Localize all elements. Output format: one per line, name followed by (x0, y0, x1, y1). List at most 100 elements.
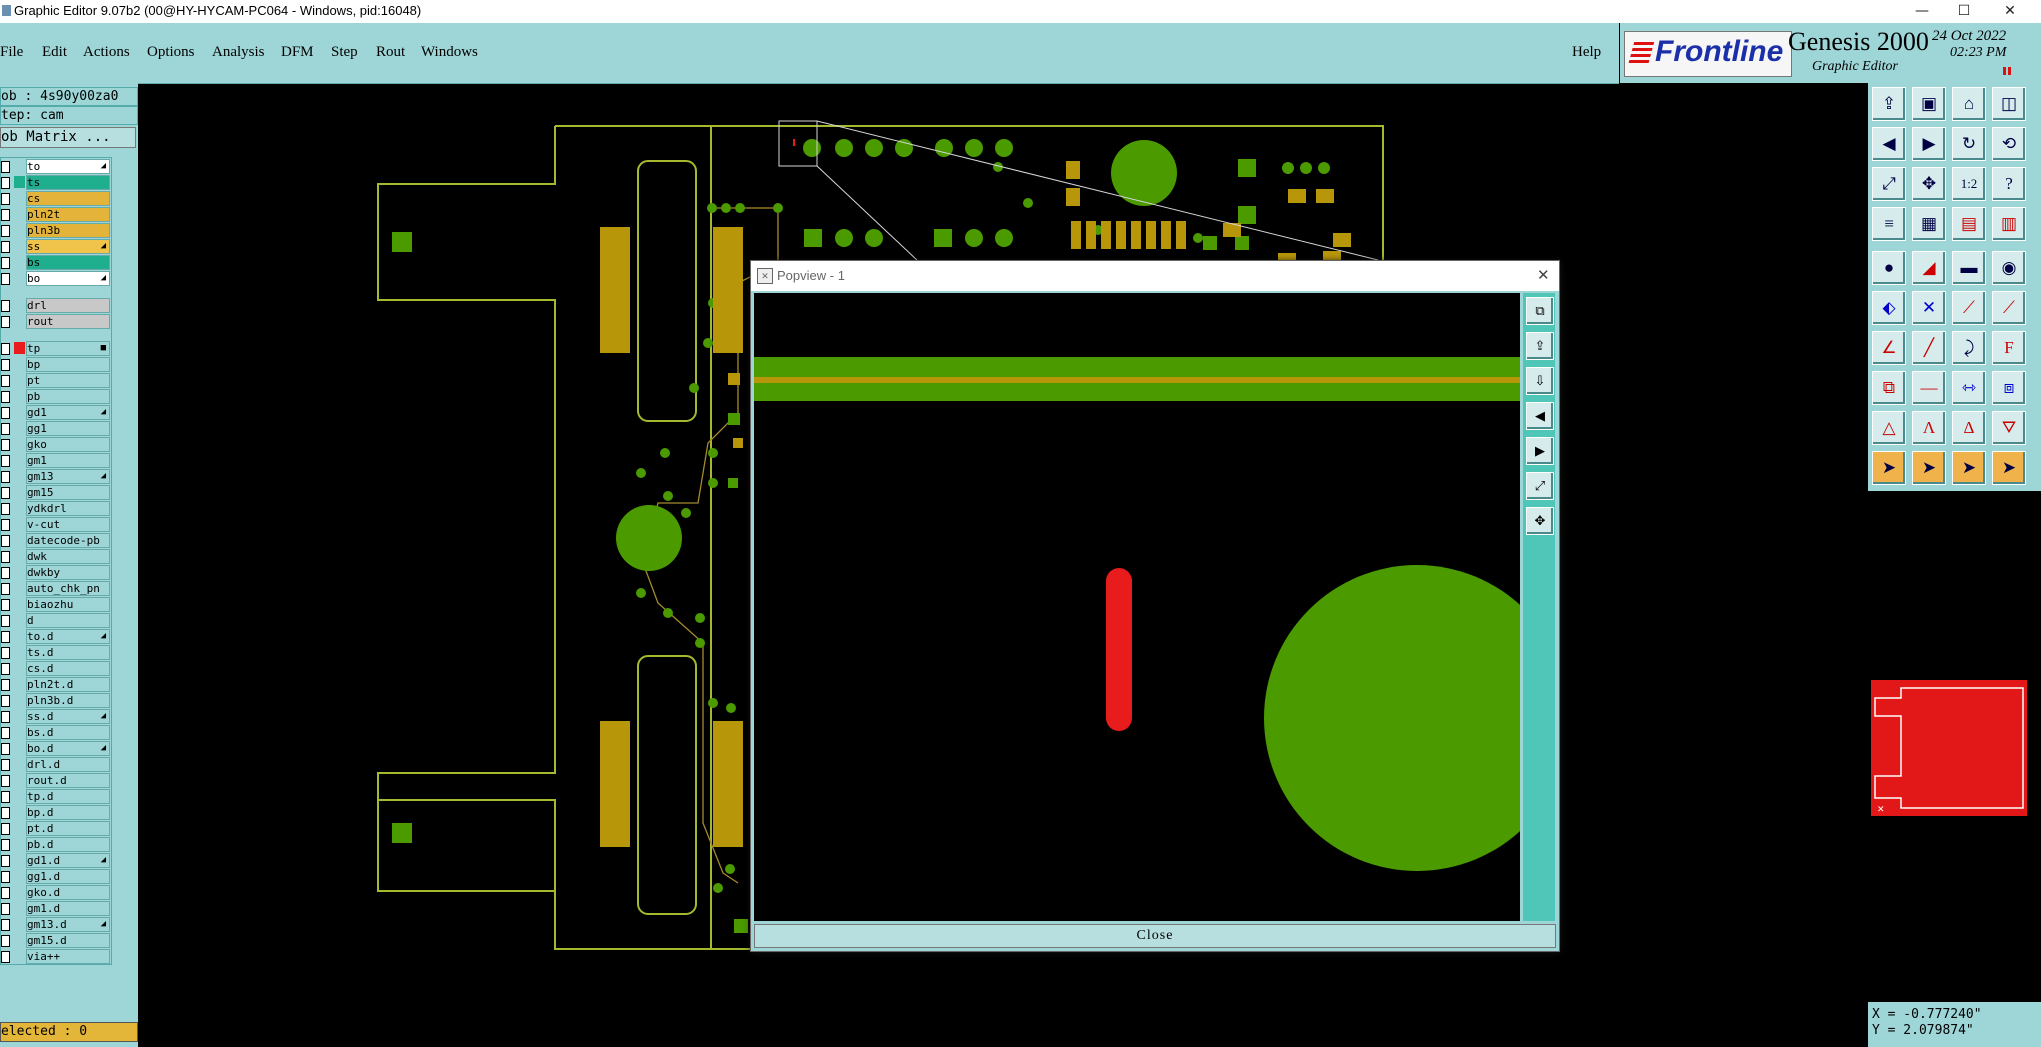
layer-row[interactable]: gg1.d (1, 869, 111, 884)
layer-row[interactable]: gm13.d ◢ (1, 917, 111, 932)
minimap[interactable]: ✕ (1871, 680, 2027, 816)
layer-row[interactable]: ss ◢ (1, 239, 111, 254)
menu-dfm[interactable]: DFM (281, 44, 314, 61)
layer-name[interactable]: ss.d ◢ (26, 709, 110, 724)
zoom-fit-icon[interactable]: ⤢ (1872, 167, 1906, 201)
layer-row[interactable]: pln2t (1, 207, 111, 222)
layer-name[interactable]: gg1 (26, 421, 110, 436)
menu-rout[interactable]: Rout (376, 44, 405, 61)
layer-name[interactable]: ts (26, 175, 110, 190)
layer-name[interactable]: gd1.d ◢ (26, 853, 110, 868)
layer-checkbox[interactable] (1, 225, 10, 237)
layer-checkbox[interactable] (1, 823, 10, 835)
layer-checkbox[interactable] (1, 631, 10, 643)
menu-analysis[interactable]: Analysis (212, 44, 265, 61)
layer-row[interactable]: to ◢ (1, 159, 111, 174)
layer-row[interactable]: v-cut (1, 517, 111, 532)
menu-options[interactable]: Options (147, 44, 195, 61)
layer-checkbox[interactable] (1, 439, 10, 451)
layer-checkbox[interactable] (1, 951, 10, 963)
redraw-icon[interactable]: ↻ (1952, 127, 1986, 161)
layer-row[interactable]: drl.d (1, 757, 111, 772)
layer-checkbox[interactable] (1, 423, 10, 435)
layer-name[interactable]: drl.d (26, 757, 110, 772)
layer-checkbox[interactable] (1, 599, 10, 611)
slash-icon[interactable]: ╱ (1912, 331, 1946, 365)
layer-name[interactable]: ts.d (26, 645, 110, 660)
maximize-button[interactable]: ☐ (1941, 0, 1987, 23)
layer-checkbox[interactable] (1, 177, 10, 189)
layer-row[interactable]: rout (1, 314, 111, 329)
layer-checkbox[interactable] (1, 855, 10, 867)
job-matrix-button[interactable]: ob Matrix ... (0, 127, 136, 148)
layer-row[interactable]: ts (1, 175, 111, 190)
layer-checkbox[interactable] (1, 727, 10, 739)
close-window-button[interactable]: ✕ (1987, 0, 2033, 23)
layer-checkbox[interactable] (1, 316, 10, 328)
pad-move-icon[interactable]: ⧉ (1872, 371, 1906, 405)
layer-name[interactable]: tp ■ (26, 341, 110, 356)
pan-right-icon[interactable]: ▶ (1912, 127, 1946, 161)
layer-row[interactable]: pb.d (1, 837, 111, 852)
layer-row[interactable]: auto_chk_pn (1, 581, 111, 596)
layer-name[interactable]: drl (26, 298, 110, 313)
layer-checkbox[interactable] (1, 791, 10, 803)
zoom-area-icon[interactable]: ✥ (1912, 167, 1946, 201)
layer-checkbox[interactable] (1, 300, 10, 312)
layer-name[interactable]: gm13.d ◢ (26, 917, 110, 932)
layer-name[interactable]: pb.d (26, 837, 110, 852)
layer-red-icon[interactable]: ▤ (1952, 207, 1986, 241)
layer-checkbox[interactable] (1, 871, 10, 883)
zoom-1-2-icon[interactable]: 1:2 (1952, 167, 1986, 201)
pointer-icon[interactable]: ➤ (1872, 451, 1906, 485)
pad-select-icon[interactable]: ● (1872, 251, 1906, 285)
layer-checkbox[interactable] (1, 455, 10, 467)
measure-icon[interactable]: ≡ (1872, 207, 1906, 241)
layer-row[interactable]: bs (1, 255, 111, 270)
grid-icon[interactable]: ▦ (1912, 207, 1946, 241)
layer-row[interactable]: cs.d (1, 661, 111, 676)
line-add-icon[interactable]: ⟋ (1952, 291, 1986, 325)
layer-name[interactable]: dwk (26, 549, 110, 564)
line-edit-icon[interactable]: ⟋ (1992, 291, 2026, 325)
layer-row[interactable]: dwk (1, 549, 111, 564)
layer-checkbox[interactable] (1, 375, 10, 387)
layer-name[interactable]: datecode-pb (26, 533, 110, 548)
popview-canvas[interactable] (754, 293, 1520, 921)
layer-checkbox[interactable] (1, 711, 10, 723)
layer-row[interactable]: bp (1, 357, 111, 372)
popview-close-button[interactable]: Close (754, 924, 1556, 948)
layer-checkbox[interactable] (1, 695, 10, 707)
layer-name[interactable]: bp (26, 357, 110, 372)
layer-row[interactable]: pln3b (1, 223, 111, 238)
minimize-button[interactable]: — (1899, 0, 1945, 23)
menu-step[interactable]: Step (331, 44, 358, 61)
layer-checkbox[interactable] (1, 519, 10, 531)
layer-row[interactable]: bp.d (1, 805, 111, 820)
menu-edit[interactable]: Edit (42, 44, 67, 61)
menu-windows[interactable]: Windows (421, 44, 478, 61)
layer-row[interactable]: to.d ◢ (1, 629, 111, 644)
angle-icon[interactable]: ∠ (1872, 331, 1906, 365)
layer-checkbox[interactable] (1, 487, 10, 499)
layer-row[interactable]: cs (1, 191, 111, 206)
layer-row[interactable]: pt (1, 373, 111, 388)
connect-icon[interactable]: ⬖ (1872, 291, 1906, 325)
layer-name[interactable]: ss ◢ (26, 239, 110, 254)
surface-icon[interactable]: ▬ (1952, 251, 1986, 285)
dash-icon[interactable]: — (1912, 371, 1946, 405)
layer-name[interactable]: bs.d (26, 725, 110, 740)
layer-row[interactable]: tp ■ (1, 341, 111, 356)
layer-name[interactable]: cs.d (26, 661, 110, 676)
layer-name[interactable]: gm1.d (26, 901, 110, 916)
layer-checkbox[interactable] (1, 193, 10, 205)
layer-name[interactable]: rout (26, 314, 110, 329)
popview-up-icon[interactable]: ⇪ (1526, 332, 1554, 360)
layer-row[interactable]: gko.d (1, 885, 111, 900)
layer-row[interactable]: d (1, 613, 111, 628)
layer-row[interactable]: gm15.d (1, 933, 111, 948)
layer-checkbox[interactable] (1, 567, 10, 579)
arc-icon[interactable]: ⤸ (1952, 331, 1986, 365)
layer-row[interactable]: ss.d ◢ (1, 709, 111, 724)
layer-name[interactable]: pln2t.d (26, 677, 110, 692)
